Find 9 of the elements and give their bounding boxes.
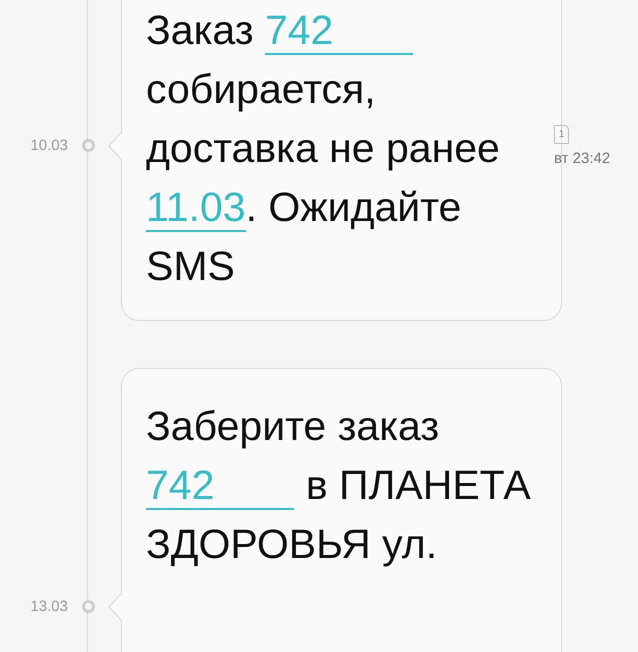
link[interactable]: 742 (264, 7, 414, 55)
sim-icon: 1 (554, 124, 569, 144)
message-date: 10.03 (30, 137, 68, 154)
message-text: Заказ 742 собирается, доставка не ранее 11.03. Ожидайте SMS (146, 6, 501, 291)
link[interactable]: 11.03 (146, 184, 246, 232)
link[interactable]: 742 (146, 462, 294, 510)
message-date: 13.03 (30, 598, 68, 615)
message-time: вт 23:42 (554, 150, 610, 166)
message-text: Заберите заказ 742 в ПЛАНЕТА ЗДОРОВЬЯ ул. (146, 402, 532, 569)
